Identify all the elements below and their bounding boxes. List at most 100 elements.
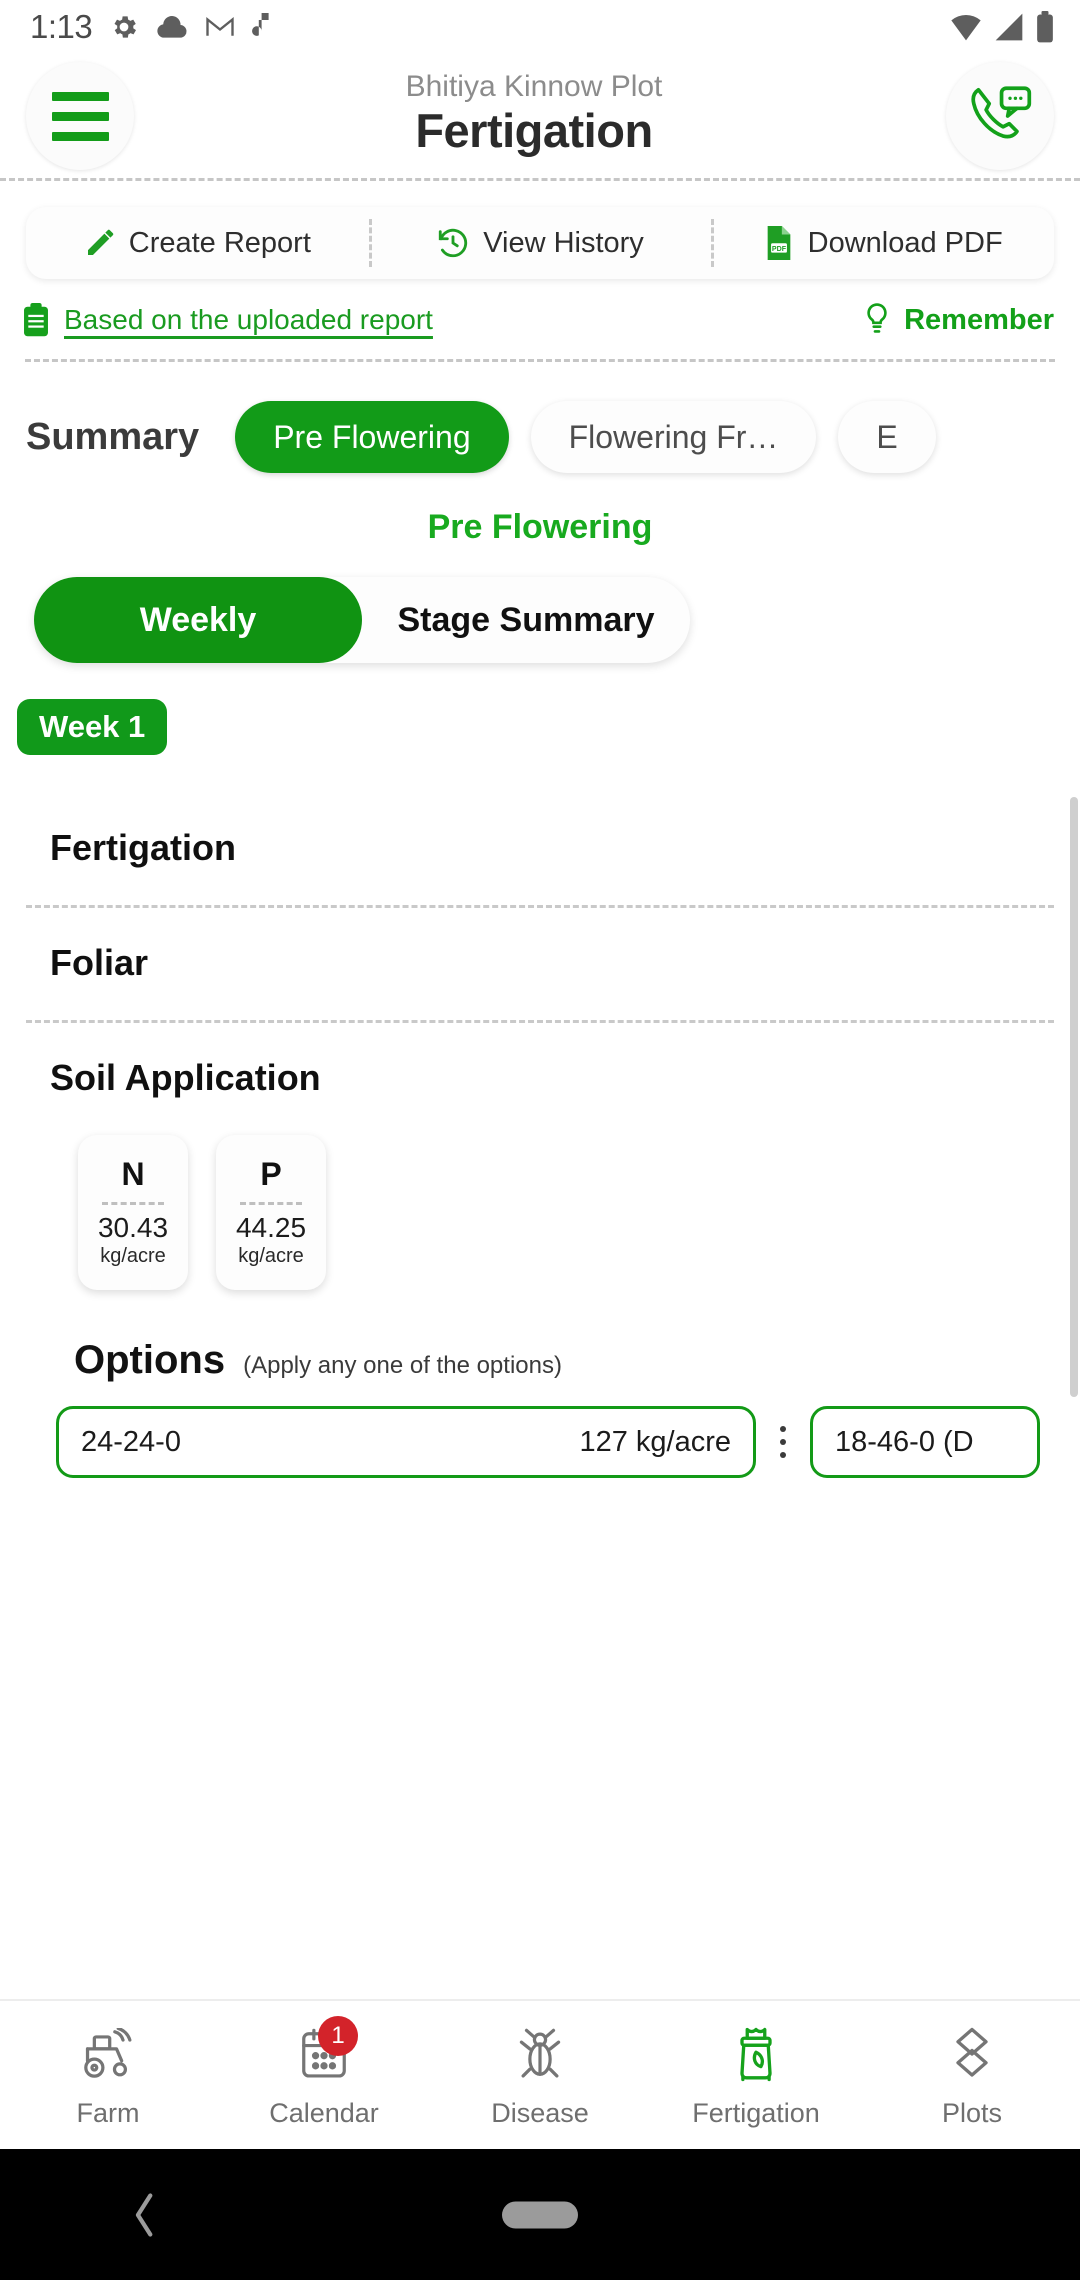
music-note-icon — [252, 13, 269, 36]
stage-tab-flowering-fruiting[interactable]: Flowering Fr… — [530, 401, 817, 473]
option-name: 24-24-0 — [81, 1425, 181, 1458]
create-report-label: Create Report — [128, 226, 311, 259]
plot-name: Bhitiya Kinnow Plot — [405, 69, 663, 103]
hamburger-menu-icon[interactable] — [26, 62, 134, 170]
download-pdf-button[interactable]: PDF Download PDF — [711, 207, 1054, 279]
summary-tabs-row: Summary Pre Flowering Flowering Fr… E — [0, 362, 1080, 482]
nutrient-value: 44.25 — [235, 1211, 307, 1243]
view-toggle[interactable]: Weekly Stage Summary — [34, 577, 690, 663]
stage-tab-pre-flowering[interactable]: Pre Flowering — [235, 401, 509, 473]
system-navigation-bar — [0, 2149, 1080, 2280]
nutrient-symbol: N — [121, 1156, 145, 1193]
kebab-dot-1 — [780, 1426, 786, 1432]
summary-label: Summary — [26, 415, 200, 458]
history-clock-icon — [439, 228, 468, 258]
option-name: 18-46-0 (D — [835, 1425, 974, 1458]
stage-tab-next-clipped[interactable]: E — [838, 401, 936, 473]
section-title-soil-application: Soil Application — [50, 1057, 321, 1098]
layers-icon — [936, 2022, 1008, 2086]
action-bar: Create Report View History PDF Download … — [26, 207, 1054, 279]
nav-item-fertigation[interactable]: Fertigation — [648, 2000, 864, 2150]
options-header: Options (Apply any one of the options) — [0, 1290, 1080, 1383]
option-pill-2[interactable]: 18-46-0 (D — [810, 1406, 1040, 1478]
stage-tab-label: Flowering Fr… — [568, 418, 779, 455]
menu-bar-2 — [51, 111, 109, 121]
phone-chat-icon[interactable] — [946, 62, 1054, 170]
options-row: 24-24-0 127 kg/acre 18-46-0 (D — [0, 1383, 1080, 1479]
home-pill-icon[interactable] — [502, 2201, 578, 2228]
action-bar-wrap: Create Report View History PDF Download … — [0, 181, 1080, 279]
header-titles: Bhitiya Kinnow Plot Fertigation — [122, 71, 946, 161]
nav-label-disease: Disease — [491, 2097, 589, 2128]
based-on-report-link[interactable]: Based on the uploaded report — [22, 303, 864, 337]
calendar-badge: 1 — [318, 2015, 358, 2056]
section-fertigation: Fertigation — [0, 793, 1080, 905]
app-header: Bhitiya Kinnow Plot Fertigation — [0, 54, 1080, 178]
status-bar-left: 1:13 — [30, 8, 950, 46]
insect-icon — [504, 2022, 576, 2086]
option-pill-1[interactable]: 24-24-0 127 kg/acre — [56, 1406, 756, 1478]
options-hint: (Apply any one of the options) — [243, 1352, 562, 1379]
gear-icon — [114, 16, 137, 38]
status-bar: 1:13 — [0, 0, 1080, 54]
pencil-icon — [87, 229, 114, 255]
nav-label-calendar: Calendar — [269, 2097, 379, 2128]
report-strip: Based on the uploaded report Remember — [0, 279, 1080, 359]
stage-heading: Pre Flowering — [427, 508, 653, 546]
section-soil-application: Soil Application — [0, 1023, 1080, 1117]
option-quantity: 127 kg/acre — [579, 1425, 731, 1458]
kebab-dot-3 — [780, 1452, 786, 1458]
stage-tab-label: Pre Flowering — [273, 418, 471, 455]
toggle-weekly-label: Weekly — [139, 600, 257, 639]
stage-tab-list[interactable]: Pre Flowering Flowering Fr… E — [235, 401, 1080, 473]
nav-item-farm[interactable]: Farm — [0, 2000, 216, 2150]
menu-bar-1 — [51, 91, 109, 101]
toggle-stage-summary-label: Stage Summary — [397, 600, 655, 639]
nav-label-plots: Plots — [941, 2097, 1003, 2128]
nutrient-value: 30.43 — [97, 1211, 169, 1243]
nutrient-card-row: N 30.43 kg/acre P 44.25 kg/acre — [0, 1117, 1080, 1290]
view-history-label: View History — [483, 226, 644, 259]
wifi-icon — [951, 14, 981, 41]
nav-item-disease[interactable]: Disease — [432, 2000, 648, 2150]
pdf-file-icon: PDF — [767, 226, 790, 260]
toggle-weekly[interactable]: Weekly — [34, 577, 362, 663]
more-vertical-icon[interactable] — [756, 1426, 810, 1458]
vertical-scrollbar[interactable] — [1070, 797, 1078, 1397]
nutrient-unit: kg/acre — [238, 1244, 304, 1267]
toggle-stage-summary[interactable]: Stage Summary — [362, 577, 690, 663]
section-title-fertigation: Fertigation — [50, 827, 236, 868]
nutrient-rule — [102, 1201, 164, 1205]
nav-label-farm: Farm — [76, 2097, 140, 2128]
nutrient-card-n: N 30.43 kg/acre — [78, 1135, 188, 1290]
nav-item-plots[interactable]: Plots — [864, 2000, 1080, 2150]
status-clock: 1:13 — [30, 8, 93, 45]
view-toggle-wrap: Weekly Stage Summary — [0, 547, 1080, 663]
detail-card: Fertigation Foliar Soil Application N 30… — [0, 793, 1080, 1479]
week-chip[interactable]: Week 1 — [17, 699, 168, 755]
bottom-navigation: Farm 1 Calendar Disease Fertigation Plot… — [0, 1999, 1080, 2149]
cloud-icon — [157, 16, 187, 38]
nutrient-rule — [240, 1201, 302, 1205]
tractor-icon — [72, 2022, 144, 2086]
calendar-icon: 1 — [288, 2015, 360, 2086]
section-title-foliar: Foliar — [50, 942, 149, 983]
status-bar-right — [950, 11, 1054, 43]
back-chevron-icon[interactable] — [132, 2192, 158, 2238]
based-on-report-label: Based on the uploaded report — [64, 304, 433, 335]
menu-bar-3 — [51, 131, 109, 141]
stage-tab-label: E — [876, 418, 898, 455]
nav-item-calendar[interactable]: 1 Calendar — [216, 2000, 432, 2150]
kebab-dot-2 — [780, 1439, 786, 1445]
nutrient-card-p: P 44.25 kg/acre — [216, 1135, 326, 1290]
svg-text:PDF: PDF — [772, 245, 787, 253]
view-history-button[interactable]: View History — [368, 207, 712, 279]
battery-icon — [1037, 11, 1053, 43]
section-foliar: Foliar — [0, 908, 1080, 1020]
page-title: Fertigation — [415, 104, 653, 158]
clipboard-icon — [24, 303, 48, 337]
create-report-button[interactable]: Create Report — [26, 207, 369, 279]
options-title: Options — [74, 1338, 226, 1382]
remember-button[interactable]: Remember — [864, 303, 1054, 337]
signal-icon — [995, 13, 1023, 41]
